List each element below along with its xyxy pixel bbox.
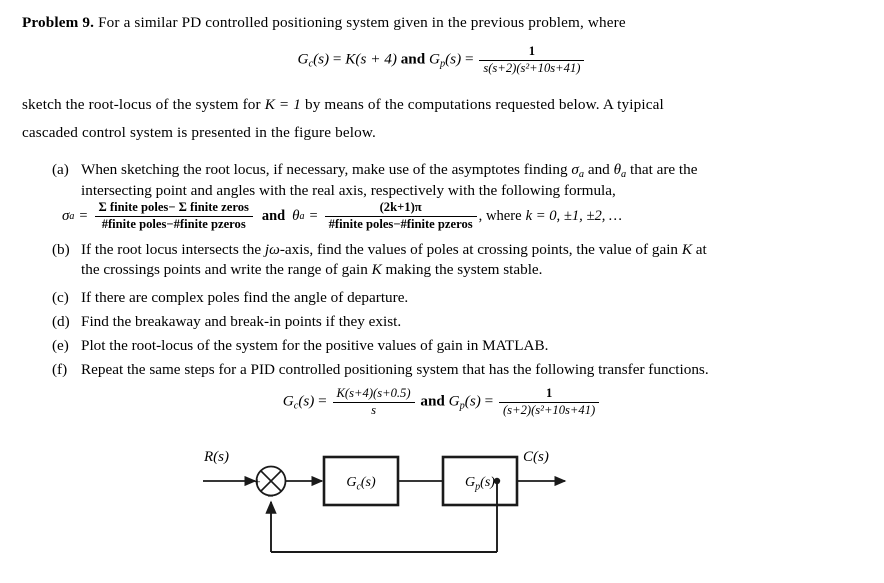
item-a-line1-post: that are the <box>630 161 698 178</box>
item-a-sigma-sub: a <box>578 168 585 180</box>
plant-block-label: Gp(s) <box>465 475 495 493</box>
formula-conjunction: and <box>261 207 286 224</box>
eq1-equals-2: = <box>464 50 474 68</box>
eq2-gp-denominator: (s+2)(s²+10s+41) <box>502 402 596 417</box>
eq2-gp-fraction: 1 (s+2)(s²+10s+41) <box>498 386 600 417</box>
item-e-text: Plot the root-locus of the system for th… <box>81 337 549 354</box>
item-b-jomega: jω <box>264 241 280 258</box>
item-f-text: Repeat the same steps for a PID controll… <box>81 361 709 378</box>
item-a-line1-mid: and <box>587 161 610 178</box>
eq2-equals-1: = <box>318 392 327 410</box>
eq2-gp-arg: (s) <box>464 392 481 410</box>
asymptote-formula: σa = Σ finite poles− Σ finite zeros #fin… <box>62 200 623 231</box>
list-marker-b: (b) <box>52 241 70 258</box>
item-b-line1-post: at <box>695 241 707 258</box>
eq1-gc-name: G <box>297 50 309 68</box>
eq2-gp-name: G <box>448 392 460 410</box>
body-line-1-pre: sketch the root-locus of the system for <box>22 96 261 113</box>
equation-1: Gc(s) = K(s + 4) and Gp(s) = 1 s(s+2)(s²… <box>0 44 884 75</box>
formula-equals-1: = <box>79 207 88 224</box>
eq1-gc-expr: K(s + 4) <box>345 50 397 68</box>
output-label-cs: C(s) <box>523 449 549 465</box>
problem-heading: Problem 9. For a similar PD controlled p… <box>22 14 626 31</box>
sigma-fraction: Σ finite poles− Σ finite zeros #finite p… <box>94 200 253 231</box>
controller-block-label: Gc(s) <box>346 475 376 493</box>
item-b-line2-pre: the crossings points and write the range… <box>81 260 368 278</box>
item-b-line-2: the crossings points and write the range… <box>81 260 872 280</box>
body-line-1: sketch the root-locus of the system for … <box>22 96 664 113</box>
list-marker-a: (a) <box>52 161 69 178</box>
formula-equals-2: = <box>309 207 318 224</box>
eq1-gp-name: G <box>428 50 440 68</box>
sigma-denominator: #finite poles−#finite pzeros <box>101 216 246 231</box>
eq1-gp-fraction: 1 s(s+2)(s²+10s+41) <box>479 44 585 75</box>
body-line-1-post: by means of the computations requested b… <box>304 96 664 113</box>
item-a-theta-symbol: θ <box>613 161 622 178</box>
problem-label: Problem 9. <box>22 14 95 31</box>
formula-theta-symbol: θ <box>292 207 300 224</box>
sigma-numerator: Σ finite poles− Σ finite zeros <box>94 200 253 217</box>
item-b-gain-k-1: K <box>681 241 692 258</box>
item-c-text: If there are complex poles find the angl… <box>81 289 409 306</box>
summing-junction-plus-sign: + <box>254 477 260 489</box>
item-b-line-1: If the root locus intersects the jω-axis… <box>81 240 872 260</box>
eq2-equals-2: = <box>484 392 494 410</box>
item-a-line-2: intersecting point and angles with the r… <box>81 182 616 200</box>
list-item-e: (e) Plot the root-locus of the system fo… <box>52 336 872 356</box>
item-a-theta-sub: a <box>621 168 627 180</box>
item-a-sigma-symbol: σ <box>571 161 579 178</box>
formula-theta-sub: a <box>299 210 305 222</box>
list-marker-c: (c) <box>52 289 69 306</box>
item-b-line2-post: making the system stable. <box>385 260 543 278</box>
eq1-gp-arg: (s) <box>445 50 462 68</box>
eq1-equals-1: = <box>332 50 342 68</box>
item-d-text: Find the breakaway and break-in points i… <box>81 313 402 330</box>
formula-where-pre: , where <box>478 207 522 224</box>
item-b-gain-k-2: K <box>371 260 382 278</box>
list-marker-d: (d) <box>52 313 70 330</box>
eq2-gp-numerator: 1 <box>498 386 600 403</box>
list-marker-e: (e) <box>52 337 69 354</box>
eq2-gc-arg: (s) <box>298 392 315 410</box>
formula-where-k: k = 0, ±1, ±2, … <box>525 207 623 224</box>
input-label-rs: R(s) <box>203 449 229 465</box>
item-a-line1-pre: When sketching the root locus, if necess… <box>81 161 568 178</box>
list-item-b: (b) If the root locus intersects the jω-… <box>52 240 872 280</box>
eq2-conjunction: and <box>420 392 445 410</box>
eq2-gc-numerator: K(s+4)(s+0.5) <box>332 386 415 403</box>
eq1-gp-numerator: 1 <box>479 44 585 61</box>
body-line-2: cascaded control system is presented in … <box>22 124 376 141</box>
theta-denominator: #finite poles−#finite pzeros <box>328 216 473 231</box>
control-block-diagram: + − R(s) C(s) Gc(s) Gp(s) <box>0 430 884 583</box>
item-b-line1-mid: -axis, find the values of poles at cross… <box>279 241 679 258</box>
formula-sigma-sub: a <box>69 210 75 222</box>
eq1-conjunction: and <box>400 50 426 68</box>
summing-junction-minus-sign: − <box>267 491 273 503</box>
list-item-d: (d) Find the breakaway and break-in poin… <box>52 312 872 332</box>
item-a-line-1: When sketching the root locus, if necess… <box>81 160 872 181</box>
body-line-1-math: K = 1 <box>264 96 302 113</box>
formula-sigma-symbol: σ <box>62 207 70 224</box>
list-item-f: (f) Repeat the same steps for a PID cont… <box>52 360 882 380</box>
eq2-gc-denominator: s <box>371 402 376 417</box>
theta-fraction: (2k+1)π #finite poles−#finite pzeros <box>324 200 477 231</box>
item-b-line1-pre: If the root locus intersects the <box>81 241 262 258</box>
list-item-c: (c) If there are complex poles find the … <box>52 288 872 308</box>
eq2-gc-fraction: K(s+4)(s+0.5) s <box>332 386 415 417</box>
equation-2: Gc(s) = K(s+4)(s+0.5) s and Gp(s) = 1 (s… <box>0 386 884 417</box>
list-marker-f: (f) <box>52 361 68 378</box>
eq1-gc-arg: (s) <box>313 50 330 68</box>
problem-intro-text: For a similar PD controlled positioning … <box>98 14 626 31</box>
theta-numerator: (2k+1)π <box>324 200 477 217</box>
eq1-gp-denominator: s(s+2)(s²+10s+41) <box>483 60 581 75</box>
list-item-a: (a) When sketching the root locus, if ne… <box>52 160 872 201</box>
document-page: Problem 9. For a similar PD controlled p… <box>0 0 884 583</box>
eq2-gc-name: G <box>282 392 294 410</box>
